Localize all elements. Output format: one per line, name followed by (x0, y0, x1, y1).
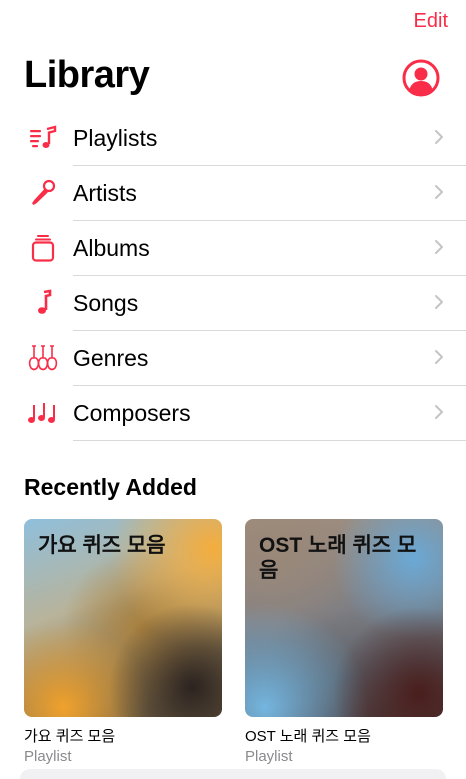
artwork-title: 가요 퀴즈 모음 (38, 534, 166, 557)
menu-item-artists[interactable]: Artists (0, 166, 466, 221)
item-type: Playlist (245, 748, 293, 765)
menu-item-label: Genres (73, 345, 149, 371)
menu-item-label: Playlists (73, 125, 158, 151)
chevron-right-icon (435, 295, 443, 309)
menu-item-label: Artists (73, 180, 137, 206)
microphone-icon (32, 179, 56, 205)
notes-icon (28, 403, 55, 423)
section-title-recently-added: Recently Added (24, 474, 197, 500)
mini-player-edge[interactable] (20, 769, 446, 779)
chevron-right-icon (435, 350, 443, 364)
item-type: Playlist (24, 748, 72, 765)
separator (73, 440, 466, 441)
album-stack-icon (31, 235, 55, 262)
playlist-artwork[interactable]: OST 노래 퀴즈 모음 (245, 519, 443, 717)
page-title: Library (24, 54, 150, 96)
playlist-artwork[interactable]: 가요 퀴즈 모음 (24, 519, 222, 717)
edit-button[interactable]: Edit (414, 10, 448, 33)
guitars-icon (28, 345, 58, 371)
menu-item-label: Albums (73, 235, 150, 261)
recent-item-card[interactable]: OST 노래 퀴즈 모음 OST 노래 퀴즈 모음 Playlist (245, 519, 443, 765)
playlist-icon (30, 125, 57, 148)
menu-item-composers[interactable]: Composers (0, 386, 466, 441)
menu-item-label: Composers (73, 400, 191, 426)
menu-item-songs[interactable]: Songs (0, 276, 466, 331)
recent-item-card[interactable]: 가요 퀴즈 모음 가요 퀴즈 모음 Playlist (24, 519, 222, 765)
menu-item-playlists[interactable]: Playlists (0, 111, 466, 166)
chevron-right-icon (435, 405, 443, 419)
music-note-icon (38, 289, 52, 314)
item-name: 가요 퀴즈 모음 (24, 728, 116, 745)
menu-item-label: Songs (73, 290, 139, 316)
menu-item-albums[interactable]: Albums (0, 221, 466, 276)
chevron-right-icon (435, 185, 443, 199)
account-icon[interactable] (402, 59, 440, 97)
artwork-title: OST 노래 퀴즈 모음 (259, 534, 417, 582)
chevron-right-icon (435, 130, 443, 144)
library-menu: Playlists Artists Albums Songs Genres Co… (0, 111, 466, 441)
menu-item-genres[interactable]: Genres (0, 331, 466, 386)
item-name: OST 노래 퀴즈 모음 (245, 728, 371, 745)
chevron-right-icon (435, 240, 443, 254)
